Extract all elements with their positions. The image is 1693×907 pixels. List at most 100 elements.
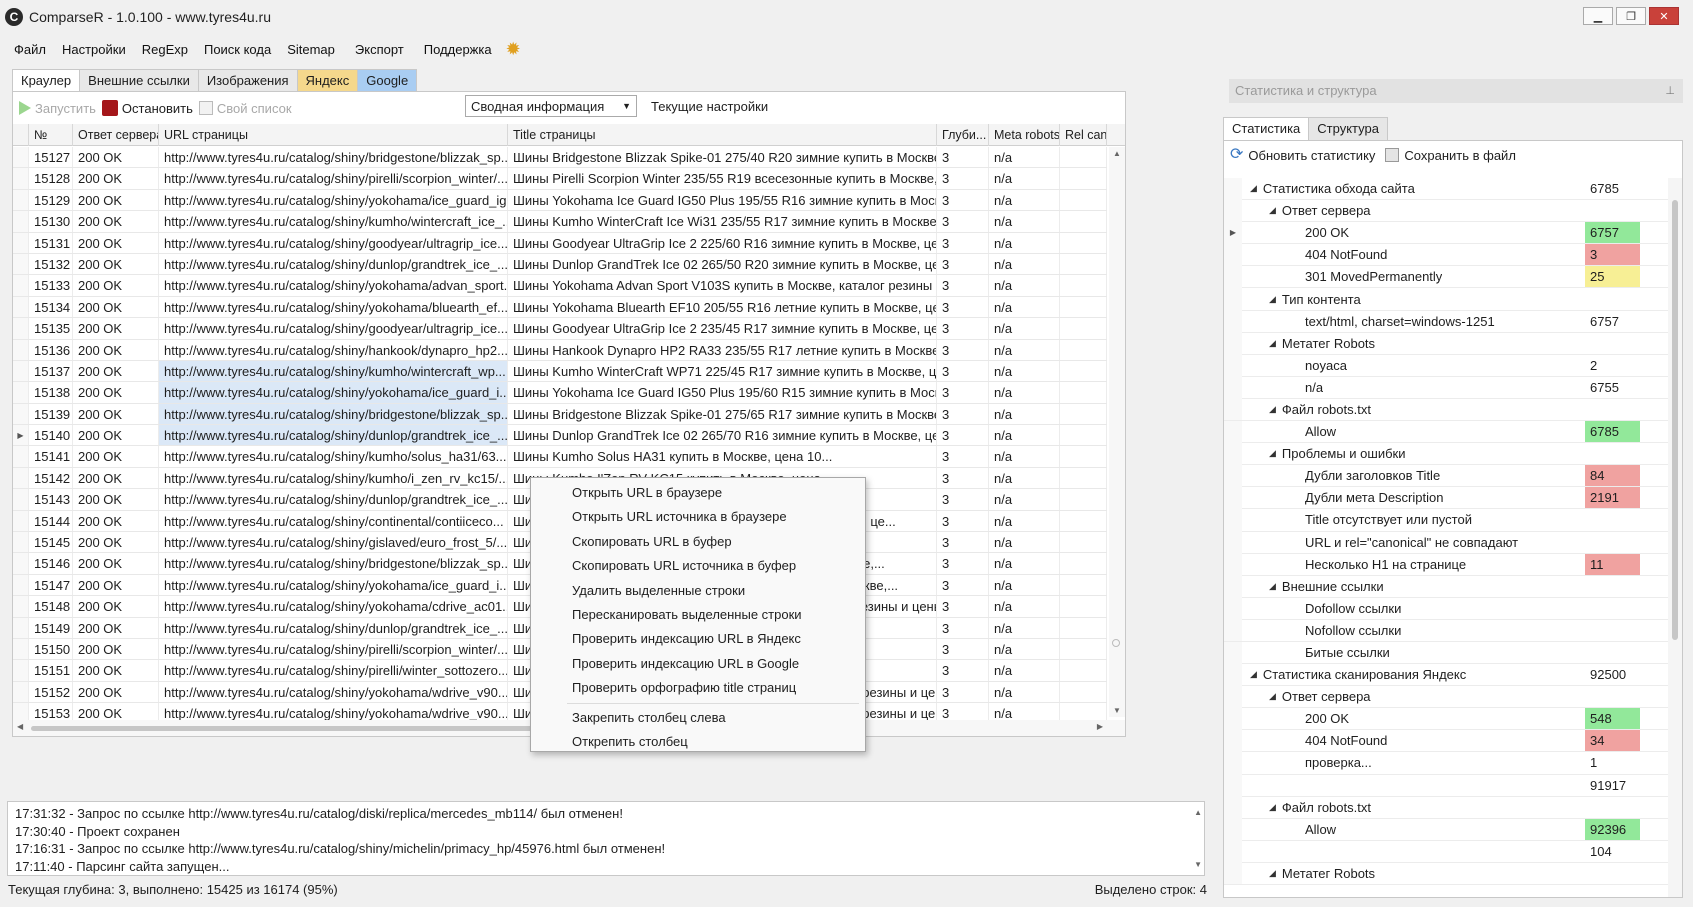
scroll-down-icon[interactable]: ▼ — [1113, 706, 1121, 715]
context-menu-item[interactable]: Проверить индексацию URL в Google — [531, 652, 865, 676]
tree-row[interactable]: text/html, charset=windows-1251 6757 — [1224, 310, 1668, 333]
table-row[interactable]: 15132 200 OK http://www.tyres4u.ru/catalog… — [13, 253, 1107, 276]
tree-row[interactable]: ◢ Статистика сканирования Яндекс 92500 — [1224, 663, 1668, 687]
tree-row[interactable]: n/a 6755 — [1224, 376, 1668, 399]
tree-row[interactable]: Nofollow ссылки — [1224, 619, 1668, 642]
expand-triangle-icon[interactable]: ◢ — [1269, 294, 1276, 305]
tree-row[interactable]: 404 NotFound 34 — [1224, 729, 1668, 753]
context-menu-item[interactable]: Проверить орфографию title страниц — [531, 676, 865, 700]
save-to-file-button[interactable]: Сохранить в файл — [1385, 147, 1516, 163]
context-menu-item[interactable]: Открыть URL в браузере — [531, 481, 865, 505]
table-row[interactable]: 15139 200 OK http://www.tyres4u.ru/catalog… — [13, 403, 1107, 426]
context-menu-item[interactable]: Закрепить столбец слева — [531, 706, 865, 730]
tree-row[interactable]: Дубли заголовков Title 84 — [1224, 464, 1668, 488]
tab-yandex[interactable]: Яндекс — [296, 69, 359, 91]
gear-icon[interactable]: ✹ — [506, 40, 521, 58]
expand-triangle-icon[interactable]: ◢ — [1269, 581, 1276, 592]
close-button[interactable]: ✕ — [1649, 7, 1679, 25]
tree-row[interactable]: проверка... 1 — [1224, 751, 1668, 775]
tree-row[interactable]: 104 — [1224, 840, 1668, 863]
stats-scroll-thumb[interactable] — [1672, 200, 1678, 640]
table-row[interactable]: 15138 200 OK http://www.tyres4u.ru/catalog… — [13, 382, 1107, 404]
tree-row[interactable]: 404 NotFound 3 — [1224, 243, 1668, 267]
stop-button[interactable]: Остановить — [101, 100, 193, 116]
tree-row[interactable]: ◢ Статистика обхода сайта 6785 — [1224, 177, 1668, 201]
tree-row[interactable]: ◢ Ответ сервера — [1224, 685, 1668, 709]
pin-icon[interactable]: ⊥ — [1665, 79, 1675, 103]
tree-row[interactable]: Allow 6785 — [1224, 420, 1668, 444]
menu-code-search[interactable]: Поиск кода — [196, 42, 279, 57]
grid-vertical-scrollbar[interactable]: ▲ ▼ — [1109, 147, 1125, 717]
menu-file[interactable]: Файл — [6, 42, 54, 57]
tab-statistics[interactable]: Статистика — [1223, 117, 1310, 140]
tab-external-links[interactable]: Внешние ссылки — [79, 69, 199, 91]
tree-row[interactable]: ◢ Файл robots.txt — [1224, 398, 1668, 422]
refresh-stats-button[interactable]: ⟳ Обновить статистику — [1230, 147, 1375, 163]
view-select[interactable]: Сводная информация ▼ — [465, 95, 637, 117]
context-menu-item[interactable]: Скопировать URL источника в буфер — [531, 554, 865, 578]
tree-row[interactable]: ◢ Проблемы и ошибки — [1224, 442, 1668, 466]
table-row[interactable]: 15136 200 OK http://www.tyres4u.ru/catalog… — [13, 339, 1107, 361]
menu-sitemap[interactable]: Sitemap — [279, 42, 343, 57]
context-menu-item[interactable]: Открепить столбец — [531, 730, 865, 754]
header-num[interactable]: № — [29, 124, 73, 146]
expand-triangle-icon[interactable]: ◢ — [1269, 205, 1276, 216]
table-row[interactable]: 15141 200 OK http://www.tyres4u.ru/catalog… — [13, 446, 1107, 468]
context-menu-item[interactable]: Удалить выделенные строки — [531, 579, 865, 603]
table-row[interactable]: 15135 200 OK http://www.tyres4u.ru/catalog… — [13, 318, 1107, 340]
tree-row[interactable]: Dofollow ссылки — [1224, 597, 1668, 620]
expand-triangle-icon[interactable]: ◢ — [1269, 338, 1276, 349]
tree-row[interactable]: ◢ Внешние ссылки — [1224, 575, 1668, 598]
tree-row[interactable]: ◢ Тип контента — [1224, 288, 1668, 311]
scroll-thumb[interactable] — [1112, 639, 1120, 647]
header-rel-canonical[interactable]: Rel canc — [1060, 124, 1107, 146]
tree-row[interactable]: 91917 — [1224, 774, 1668, 797]
expand-triangle-icon[interactable]: ◢ — [1250, 183, 1257, 194]
log-scroll-up-icon[interactable]: ▲ — [1194, 808, 1202, 817]
tree-row[interactable]: Дубли мета Description 2191 — [1224, 486, 1668, 510]
tab-crawler[interactable]: Краулер — [12, 69, 81, 92]
scroll-right-icon[interactable]: ▶ — [1097, 722, 1103, 731]
tree-row[interactable]: Allow 92396 — [1224, 818, 1668, 841]
context-menu-item[interactable]: Пересканировать выделенные строки — [531, 603, 865, 627]
tab-structure[interactable]: Структура — [1308, 117, 1388, 140]
tab-images[interactable]: Изображения — [197, 69, 298, 91]
header-depth[interactable]: Глуби... — [937, 124, 989, 146]
table-row[interactable]: 15130 200 OK http://www.tyres4u.ru/catalog… — [13, 211, 1107, 233]
context-menu-item[interactable]: Открыть URL источника в браузере — [531, 505, 865, 529]
expand-triangle-icon[interactable]: ◢ — [1269, 404, 1276, 415]
expand-triangle-icon[interactable]: ◢ — [1250, 669, 1257, 680]
context-menu-item[interactable]: Скопировать URL в буфер — [531, 530, 865, 554]
maximize-button[interactable]: ❐ — [1616, 7, 1646, 25]
log-scroll-down-icon[interactable]: ▼ — [1194, 860, 1202, 869]
tree-row[interactable]: URL и rel="canonical" не совпадают — [1224, 531, 1668, 554]
tree-row[interactable]: ◢ Ответ сервера — [1224, 199, 1668, 223]
context-menu-item[interactable]: Проверить индексацию URL в Яндекс — [531, 627, 865, 651]
stats-vertical-scrollbar[interactable] — [1668, 178, 1682, 897]
current-settings-link[interactable]: Текущие настройки — [651, 99, 768, 114]
tree-row[interactable]: ▶ 200 OK 6757 — [1224, 221, 1668, 245]
tree-row[interactable]: Несколько H1 на странице 11 — [1224, 553, 1668, 576]
table-row[interactable]: 15133 200 OK http://www.tyres4u.ru/catalog… — [13, 275, 1107, 297]
tree-row[interactable]: ◢ Метатег Robots — [1224, 332, 1668, 355]
table-row[interactable]: 15127 200 OK http://www.tyres4u.ru/catalog… — [13, 147, 1107, 169]
expand-triangle-icon[interactable]: ◢ — [1269, 691, 1276, 702]
tree-row[interactable]: ◢ Метатег Robots — [1224, 862, 1668, 885]
table-row[interactable]: 15131 200 OK http://www.tyres4u.ru/catalog… — [13, 232, 1107, 254]
tree-row[interactable]: Битые ссылки — [1224, 641, 1668, 665]
tree-row[interactable]: 301 MovedPermanently 25 — [1224, 265, 1668, 289]
minimize-button[interactable]: ▁ — [1583, 7, 1613, 25]
tree-row[interactable]: ◢ Файл robots.txt — [1224, 796, 1668, 819]
menu-regexp[interactable]: RegExp — [134, 42, 196, 57]
menu-export[interactable]: Экспорт — [347, 42, 412, 57]
table-row[interactable]: 15128 200 OK http://www.tyres4u.ru/catalog… — [13, 168, 1107, 190]
menu-support[interactable]: Поддержка — [416, 42, 500, 57]
table-row[interactable]: ▶ 15140 200 OK http://www.tyres4u.ru/catalo… — [13, 425, 1107, 447]
header-response[interactable]: Ответ сервера — [73, 124, 159, 146]
table-row[interactable]: 15137 200 OK http://www.tyres4u.ru/catalog… — [13, 360, 1107, 383]
table-row[interactable]: 15134 200 OK http://www.tyres4u.ru/catalog… — [13, 296, 1107, 319]
header-title[interactable]: Title страницы — [508, 124, 937, 146]
expand-triangle-icon[interactable]: ◢ — [1269, 802, 1276, 813]
tree-row[interactable]: 200 OK 548 — [1224, 707, 1668, 731]
menu-settings[interactable]: Настройки — [54, 42, 134, 57]
